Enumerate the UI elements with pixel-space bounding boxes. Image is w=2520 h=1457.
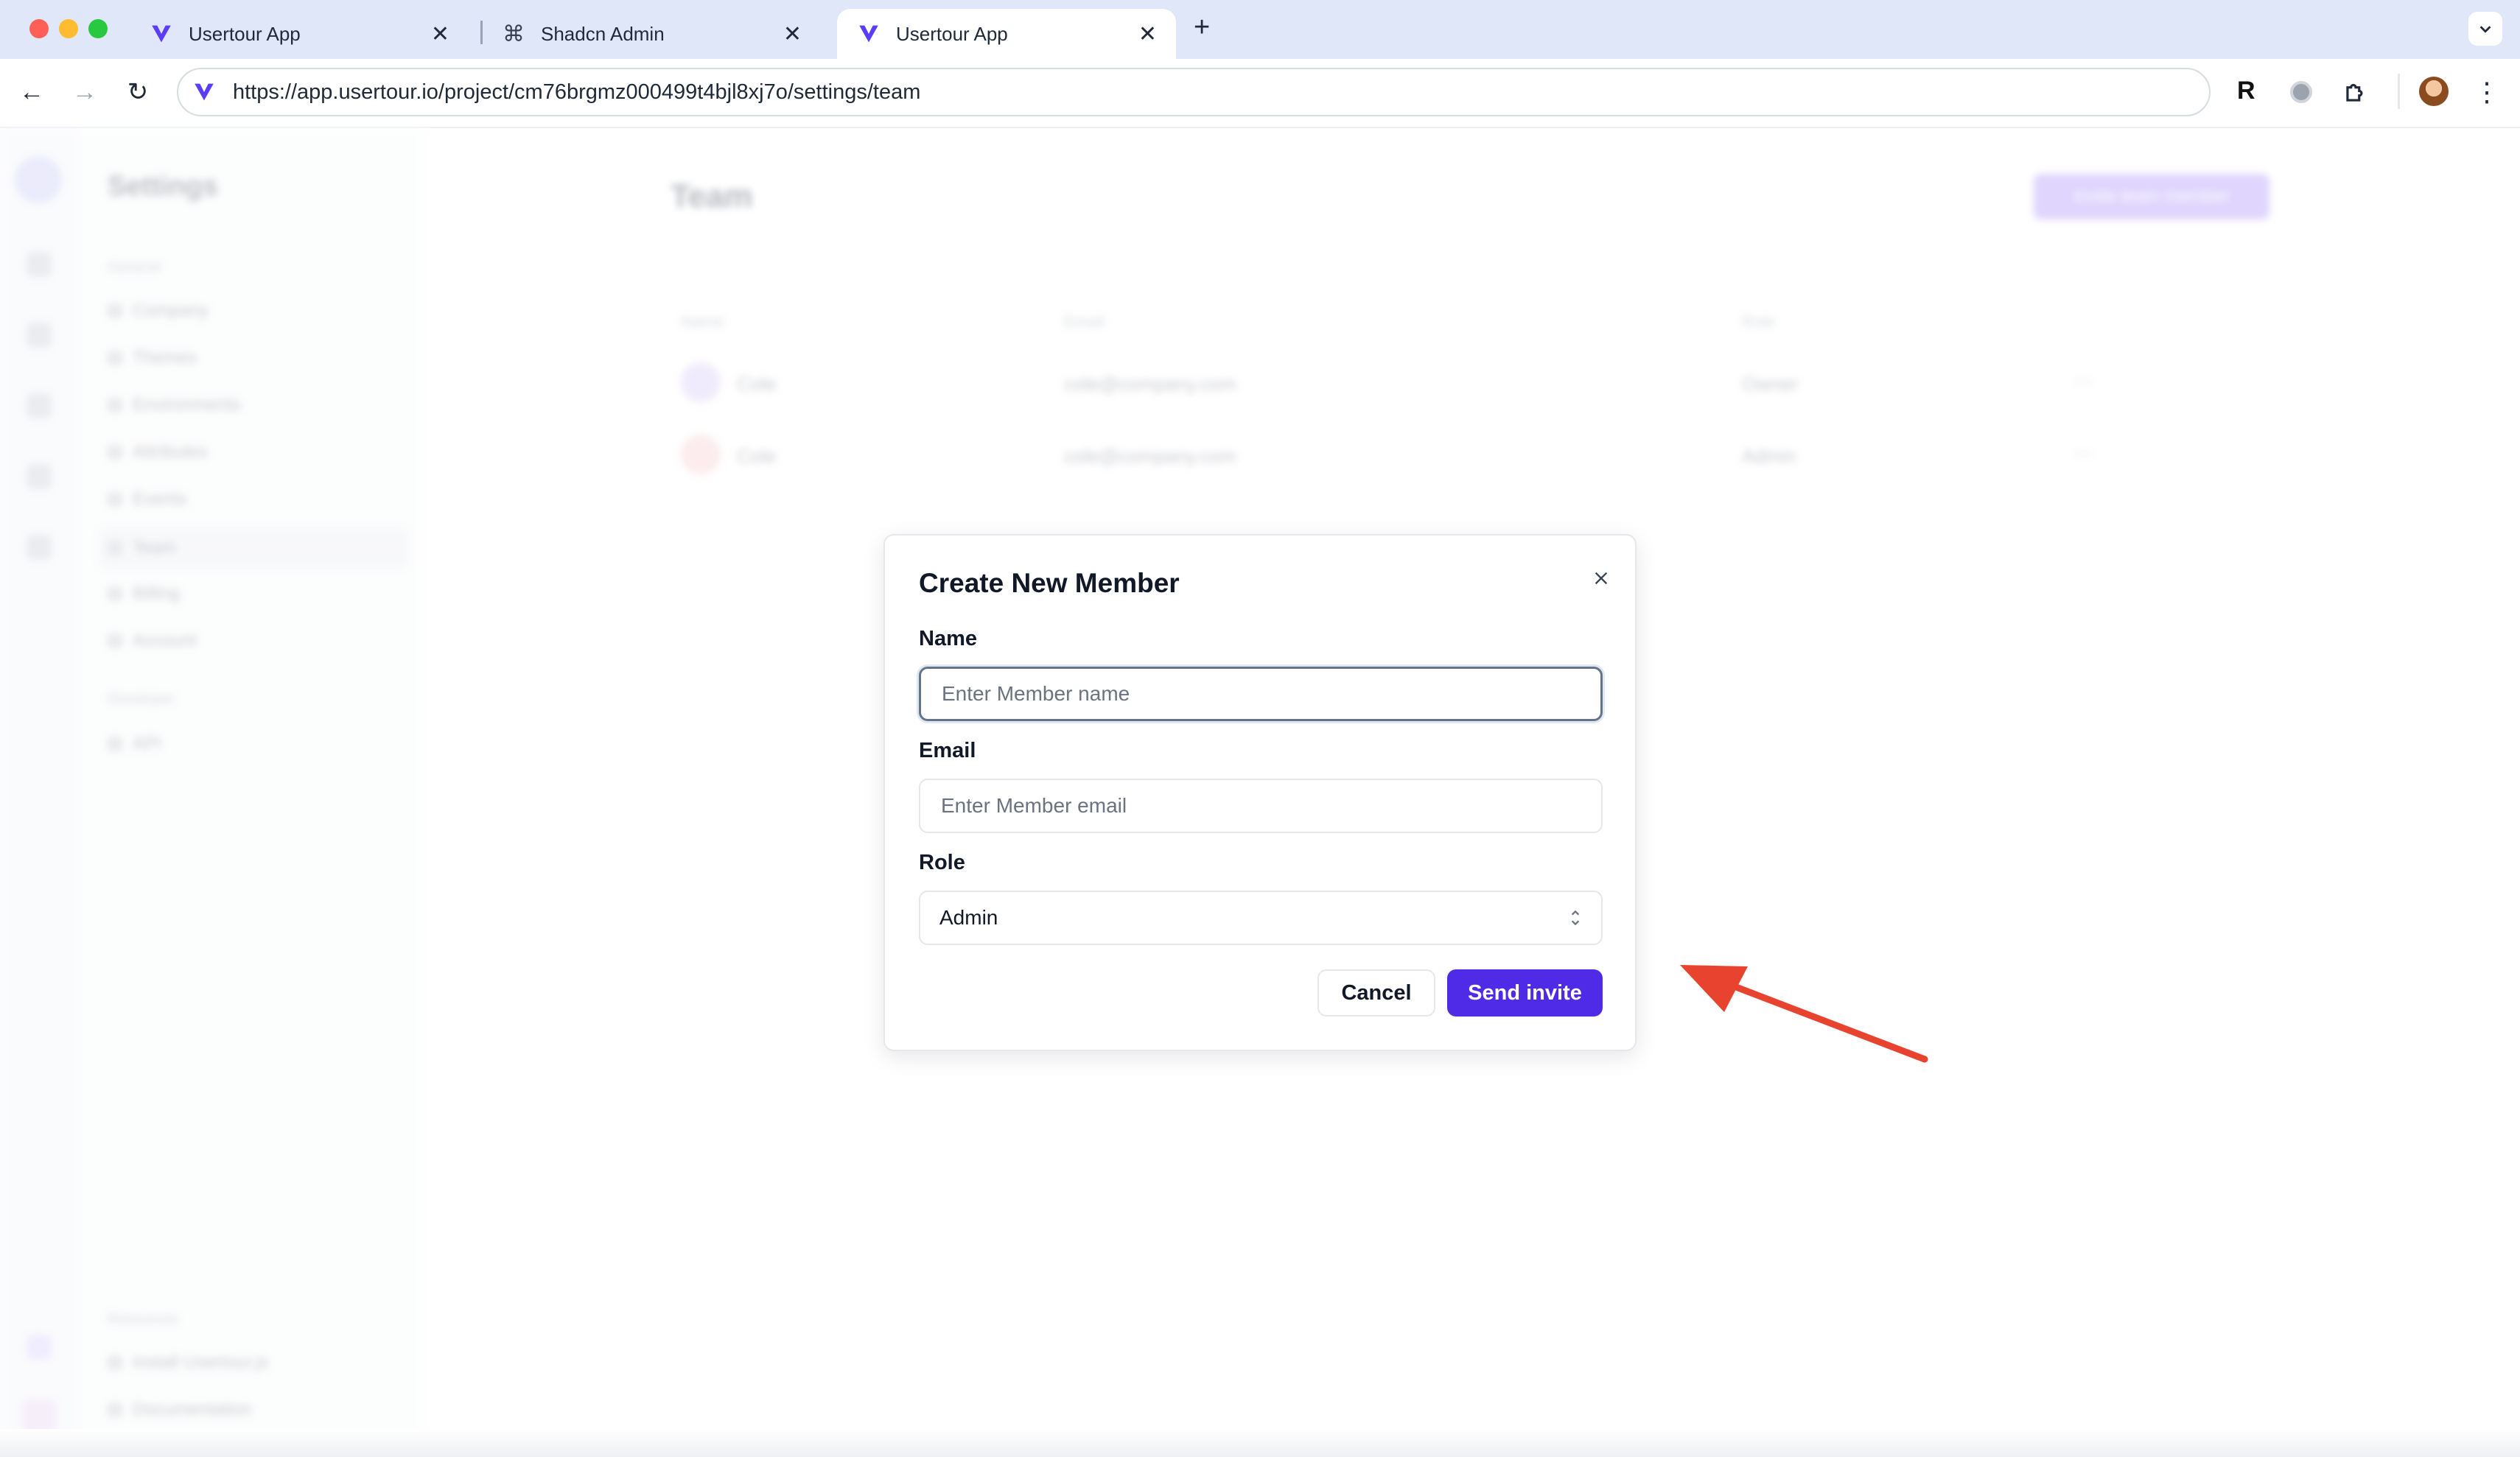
tab-title: Usertour App: [189, 22, 301, 45]
role-label: Role: [919, 851, 965, 874]
usertour-logo-icon: [859, 25, 878, 43]
address-bar[interactable]: https://app.usertour.io/project/cm76brgm…: [177, 68, 2211, 116]
chevron-down-icon: [2479, 26, 2491, 33]
back-arrow-icon[interactable]: ←: [15, 75, 49, 109]
email-label: Email: [919, 739, 976, 762]
tab-title: Shadcn Admin: [541, 22, 665, 45]
puzzle-extensions-icon[interactable]: [2342, 78, 2370, 106]
role-select[interactable]: Admin: [919, 891, 1603, 945]
close-tab-icon[interactable]: ✕: [1138, 21, 1157, 47]
role-selected-value: Admin: [939, 906, 998, 929]
maximize-window-button[interactable]: [88, 19, 108, 38]
tab-search-button[interactable]: [2468, 12, 2502, 46]
name-label: Name: [919, 627, 977, 650]
name-field[interactable]: [919, 667, 1603, 721]
browser-tab-bar: Usertour App ✕ ⌘ Shadcn Admin ✕ Usertour…: [0, 0, 2520, 59]
reload-icon[interactable]: ↻: [121, 75, 155, 109]
email-input[interactable]: [939, 793, 1582, 818]
command-icon: ⌘: [503, 21, 525, 46]
window-bottom-shadow: [0, 1429, 2520, 1457]
url-text: https://app.usertour.io/project/cm76brgm…: [233, 80, 921, 104]
email-field[interactable]: [919, 779, 1603, 833]
close-window-button[interactable]: [29, 19, 49, 38]
dialog-title: Create New Member: [919, 568, 1180, 598]
forward-arrow-icon[interactable]: →: [68, 75, 102, 109]
browser-tab-1[interactable]: Usertour App ✕: [130, 9, 469, 59]
r-extension-icon[interactable]: R: [2237, 77, 2255, 105]
minimize-window-button[interactable]: [59, 19, 78, 38]
tab-title: Usertour App: [896, 22, 1008, 45]
create-member-dialog: Create New Member Name Email Role Admin …: [883, 534, 1637, 1051]
new-tab-button[interactable]: +: [1194, 12, 1210, 43]
more-menu-icon[interactable]: ⋮: [2470, 75, 2504, 109]
cancel-button[interactable]: Cancel: [1317, 969, 1435, 1017]
usertour-logo-icon: [152, 25, 171, 43]
close-dialog-button[interactable]: [1585, 562, 1617, 594]
browser-tab-2[interactable]: ⌘ Shadcn Admin ✕: [482, 9, 821, 59]
close-tab-icon[interactable]: ✕: [783, 21, 802, 47]
toolbar-divider: [2398, 74, 2400, 109]
profile-avatar[interactable]: [2419, 77, 2449, 106]
annotation-arrow-icon: [1680, 965, 1928, 1063]
browser-tab-3-active[interactable]: Usertour App ✕: [837, 9, 1176, 59]
usertour-logo-icon: [195, 83, 214, 101]
circle-extension-icon[interactable]: [2290, 81, 2312, 103]
name-input[interactable]: [940, 681, 1581, 706]
send-invite-button[interactable]: Send invite: [1447, 969, 1603, 1017]
close-icon: [1595, 572, 1608, 585]
chevron-up-down-icon: [1571, 910, 1580, 926]
close-tab-icon[interactable]: ✕: [431, 21, 449, 47]
